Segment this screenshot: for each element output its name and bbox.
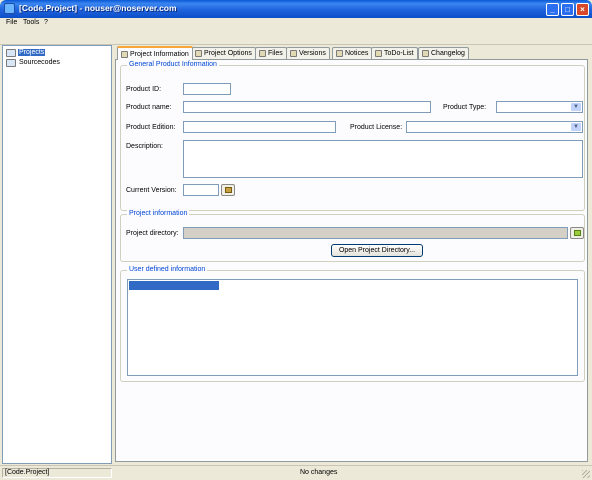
project-directory-label: Project directory: [126,230,179,237]
window-title: [Code.Project] - nouser@noserver.com [19,3,177,13]
browse-directory-button[interactable] [570,227,584,239]
description-label: Description: [126,143,163,150]
tab-label: Changelog [431,50,465,57]
product-license-select[interactable]: ▼ [406,121,583,133]
project-tree[interactable]: Projects Sourcecodes [2,45,112,464]
versions-icon [290,50,297,57]
menu-help[interactable]: ? [44,19,48,26]
status-project: [Code.Project] [2,468,112,478]
general-product-group: General Product Information Product ID: … [120,61,585,211]
product-license-label: Product License: [350,124,403,131]
project-directory-input [183,227,568,239]
user-defined-group: User defined information [120,266,585,382]
product-id-label: Product ID: [126,86,162,93]
product-edition-label: Product Edition: [126,124,176,131]
tab-label: Project Information [130,50,189,58]
tab-todo-list[interactable]: ToDo-List [371,47,418,59]
options-icon [195,50,202,57]
files-icon [259,50,266,57]
chevron-down-icon[interactable]: ▼ [571,103,581,111]
tab-project-options[interactable]: Project Options [191,47,256,59]
menu-file[interactable]: File [6,19,17,26]
product-type-label: Product Type: [443,104,487,111]
projects-icon [6,48,16,57]
menu-bar: File Tools ? [0,18,592,29]
status-message: No changes [300,469,338,476]
toolbar-area [0,29,592,45]
edit-icon [225,187,232,193]
tab-notices[interactable]: Notices [332,47,373,59]
product-name-input[interactable] [183,101,431,113]
minimize-button[interactable]: _ [546,3,559,16]
notices-icon [336,50,343,57]
project-information-group: Project information Project directory: O… [120,210,585,262]
tree-item-projects[interactable]: Projects [6,48,46,57]
sourcecodes-icon [6,58,16,67]
todo-icon [375,50,382,57]
app-icon [4,3,15,14]
current-version-input[interactable] [183,184,219,196]
group-title: Project information [127,210,190,217]
tab-label: Files [268,50,283,57]
tab-versions[interactable]: Versions [286,47,330,59]
tab-label: Notices [345,50,369,57]
tree-item-label: Sourcecodes [19,59,60,66]
maximize-button[interactable]: □ [561,3,574,16]
tab-files[interactable]: Files [255,47,287,59]
product-edition-input[interactable] [183,121,336,133]
changelog-icon [422,50,429,57]
tab-label: Versions [299,50,326,57]
product-id-input[interactable] [183,83,231,95]
close-button[interactable]: × [576,3,589,16]
description-textarea[interactable] [183,140,583,178]
product-type-select[interactable]: ▼ [496,101,583,113]
tab-changelog[interactable]: Changelog [418,47,469,59]
user-defined-list[interactable] [127,279,578,376]
current-version-label: Current Version: [126,187,177,194]
folder-icon [574,230,581,236]
chevron-down-icon[interactable]: ▼ [571,123,581,131]
resize-grip[interactable] [582,470,590,478]
list-item[interactable] [129,281,219,290]
group-title: User defined information [127,266,208,273]
open-project-directory-button[interactable]: Open Project Directory... [331,244,423,257]
info-icon [121,50,128,58]
tab-label: ToDo-List [384,50,414,57]
tree-item-sourcecodes[interactable]: Sourcecodes [6,58,61,67]
tab-label: Project Options [204,50,252,57]
tab-project-information[interactable]: Project Information [117,46,193,60]
tree-item-label: Projects [18,49,46,56]
product-name-label: Product name: [126,104,172,111]
tab-content: General Product Information Product ID: … [115,59,588,462]
main-panel: Project Information Project Options File… [113,45,590,464]
group-title: General Product Information [127,61,219,68]
title-bar[interactable]: [Code.Project] - nouser@noserver.com _ □… [0,0,592,18]
status-bar: [Code.Project] No changes [0,465,592,480]
menu-tools[interactable]: Tools [23,19,39,26]
edit-version-button[interactable] [221,184,235,196]
